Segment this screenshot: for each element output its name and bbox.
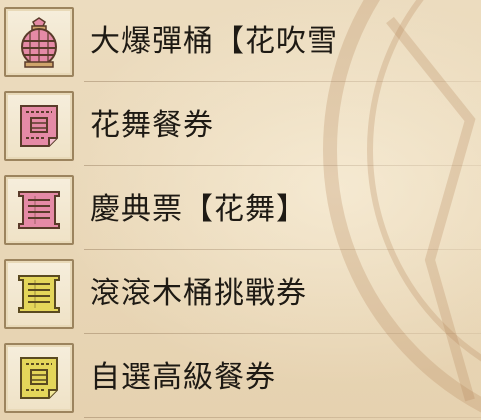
item-row-2[interactable]: 慶典票【花舞】 <box>0 168 481 252</box>
item-row-3[interactable]: 滾滾木桶挑戰券 <box>0 252 481 336</box>
item-name: 慶典票【花舞】 <box>90 192 307 227</box>
item-icon-frame <box>4 91 74 161</box>
item-name: 滾滾木桶挑戰券 <box>90 276 307 311</box>
item-row-0[interactable]: 大爆彈桶【花吹雪 <box>0 0 481 84</box>
item-row-4[interactable]: 自選高級餐券 <box>0 336 481 420</box>
meal-ticket-icon <box>20 357 58 399</box>
festival-ticket-icon <box>18 191 60 229</box>
challenge-ticket-icon <box>18 275 60 313</box>
item-name: 自選高級餐券 <box>90 360 276 395</box>
item-row-1[interactable]: 花舞餐券 <box>0 84 481 168</box>
item-icon-frame <box>4 343 74 413</box>
meal-ticket-icon <box>20 105 58 147</box>
item-icon-frame <box>4 259 74 329</box>
item-icon-frame <box>4 175 74 245</box>
item-name: 大爆彈桶【花吹雪 <box>90 24 338 59</box>
item-icon-frame <box>4 7 74 77</box>
item-name: 花舞餐券 <box>90 108 214 143</box>
large-barrel-bomb-icon <box>21 17 57 68</box>
